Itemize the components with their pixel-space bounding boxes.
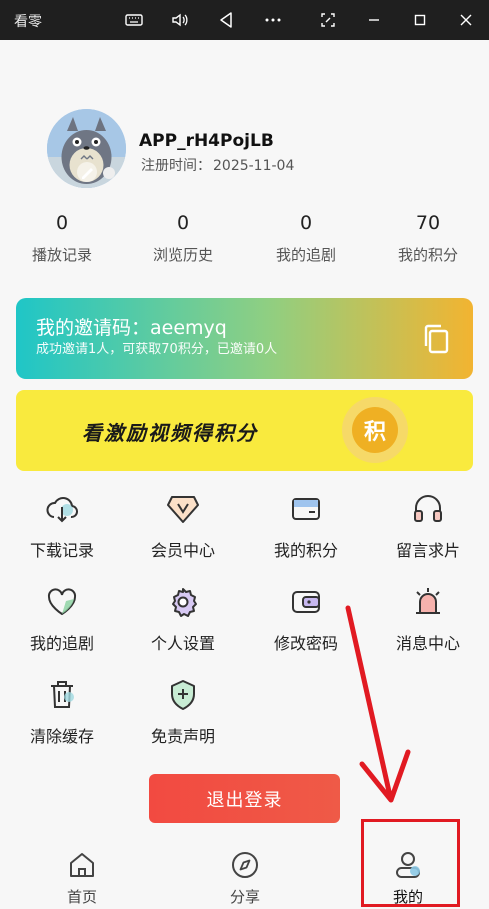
- stat-my-series[interactable]: 0 我的追剧: [256, 212, 356, 265]
- annotation-arrow: [345, 605, 411, 803]
- points-coin-icon: 积: [352, 407, 398, 453]
- grid-label: 留言求片: [395, 541, 460, 560]
- trash-icon: [51, 681, 74, 708]
- grid-label: 个人设置: [150, 634, 215, 653]
- grid-disclaimer[interactable]: 免责声明: [133, 679, 233, 747]
- grid-clear-cache[interactable]: 清除缓存: [12, 679, 112, 747]
- stat-value: 70: [415, 212, 441, 234]
- invite-code: aeemyq: [150, 317, 227, 339]
- keyboard-icon[interactable]: [122, 8, 146, 32]
- gear-icon: [172, 588, 197, 617]
- download-cloud-icon: [46, 497, 78, 523]
- grid-label: 会员中心: [150, 541, 215, 560]
- heart-icon: [47, 588, 77, 616]
- invite-banner[interactable]: 我的邀请码：aeemyq 成功邀请1人，可获取70积分，已邀请0人: [16, 298, 473, 379]
- grid-label: 清除缓存: [29, 727, 94, 746]
- grid-label: 免责声明: [150, 727, 215, 746]
- nav-home[interactable]: 首页: [37, 850, 127, 907]
- invite-subtitle: 成功邀请1人，可获取70积分，已邀请0人: [36, 342, 278, 357]
- reward-video-banner[interactable]: 看激励视频得积分 积: [16, 390, 473, 471]
- more-icon[interactable]: [261, 8, 285, 32]
- username: APP_rH4PojLB: [139, 131, 274, 151]
- grid-my-series[interactable]: 我的追剧: [12, 586, 112, 654]
- home-icon: [70, 853, 94, 877]
- logout-button[interactable]: 退出登录: [149, 774, 340, 823]
- vip-badge-icon: [167, 496, 199, 523]
- stat-browse-history[interactable]: 0 浏览历史: [133, 212, 233, 265]
- close-icon[interactable]: [454, 8, 478, 32]
- window-titlebar: 看零: [0, 0, 489, 40]
- grid-personal-settings[interactable]: 个人设置: [133, 586, 233, 654]
- key-wallet-icon: [292, 591, 320, 613]
- shield-plus-icon: [171, 680, 195, 710]
- grid-my-points[interactable]: 我的积分: [256, 493, 356, 561]
- grid-request-movie[interactable]: 留言求片: [378, 493, 478, 561]
- grid-download-history[interactable]: 下载记录: [12, 493, 112, 561]
- stat-play-history[interactable]: 0 播放记录: [12, 212, 112, 265]
- annotation-highlight-box: [361, 819, 460, 907]
- window-title: 看零: [14, 14, 42, 30]
- stat-label: 我的积分: [397, 246, 458, 264]
- grid-label: 我的积分: [273, 541, 338, 560]
- copy-icon[interactable]: [421, 322, 451, 356]
- minimize-icon[interactable]: [362, 8, 386, 32]
- back-triangle-icon[interactable]: [214, 8, 238, 32]
- maximize-icon[interactable]: [408, 8, 432, 32]
- registration-time: 注册时间： 2025-11-04: [139, 155, 294, 175]
- reward-video-text: 看激励视频得积分: [82, 421, 258, 445]
- nav-label: 分享: [229, 888, 260, 906]
- nav-label: 首页: [66, 888, 97, 906]
- stat-label: 播放记录: [31, 246, 92, 264]
- grid-label: 下载记录: [29, 541, 94, 560]
- avatar[interactable]: [47, 109, 126, 188]
- stat-value: 0: [176, 212, 190, 234]
- registration-label: 注册时间：: [141, 158, 211, 174]
- volume-icon[interactable]: [168, 8, 192, 32]
- headphones-icon: [414, 495, 442, 522]
- screenshot-icon[interactable]: [316, 8, 340, 32]
- stat-value: 0: [55, 212, 69, 234]
- stat-label: 浏览历史: [152, 246, 213, 264]
- registration-date: 2025-11-04: [213, 158, 295, 174]
- stat-value: 0: [299, 212, 313, 234]
- nav-share[interactable]: 分享: [200, 850, 290, 907]
- compass-icon: [232, 852, 258, 878]
- invite-code-row: 我的邀请码：aeemyq: [36, 313, 227, 340]
- grid-label: 我的追剧: [29, 634, 94, 653]
- stat-label: 我的追剧: [275, 246, 336, 264]
- wallet-icon: [292, 498, 320, 520]
- invite-code-label: 我的邀请码：: [36, 317, 151, 339]
- stat-my-points[interactable]: 70 我的积分: [378, 212, 478, 265]
- grid-vip-center[interactable]: 会员中心: [133, 493, 233, 561]
